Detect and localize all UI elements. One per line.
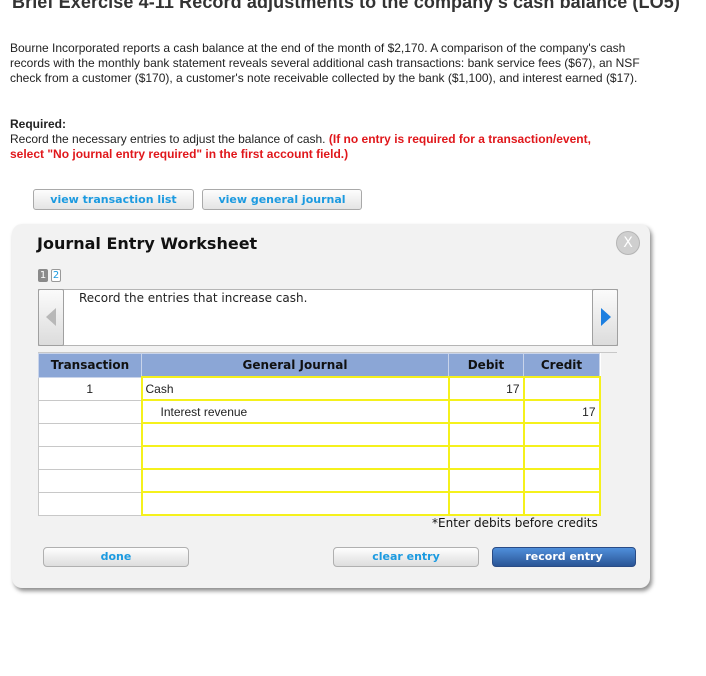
page-tab-2[interactable]: 2 — [51, 269, 61, 282]
transaction-cell — [38, 445, 142, 470]
debit-value — [520, 497, 523, 511]
debit-value — [520, 451, 523, 465]
transaction-cell — [38, 399, 142, 424]
table-row — [38, 491, 601, 516]
record-entry-button[interactable]: record entry — [492, 547, 636, 567]
credit-input[interactable] — [522, 445, 601, 470]
next-button[interactable] — [592, 289, 618, 346]
table-row — [38, 422, 601, 447]
debit-value: 17 — [506, 381, 520, 396]
column-header-credit: Credit — [523, 353, 600, 378]
credit-input[interactable] — [522, 491, 601, 516]
credit-value — [596, 382, 599, 396]
debit-input[interactable] — [447, 399, 525, 424]
view-general-journal-button[interactable]: view general journal — [202, 189, 362, 210]
table-header: Transaction General Journal Debit Credit — [38, 353, 600, 378]
account-input[interactable] — [140, 422, 450, 447]
previous-button[interactable] — [38, 289, 64, 346]
account-value — [143, 428, 146, 442]
account-input[interactable]: Interest revenue — [140, 399, 450, 424]
journal-entry-worksheet: Journal Entry Worksheet X 1 2 Record the… — [12, 224, 650, 588]
debit-input[interactable] — [447, 445, 525, 470]
debit-value — [520, 405, 523, 419]
column-header-debit: Debit — [448, 353, 524, 378]
account-input[interactable] — [140, 445, 450, 470]
arrow-right-icon — [601, 308, 611, 326]
debits-before-credits-note: *Enter debits before credits — [432, 516, 598, 530]
account-value — [143, 474, 146, 488]
credit-input[interactable] — [522, 422, 601, 447]
debit-input[interactable] — [447, 422, 525, 447]
account-value — [143, 451, 146, 465]
debit-input[interactable] — [447, 491, 525, 516]
table-row: Interest revenue 17 — [38, 399, 601, 424]
transaction-cell: 1 — [38, 376, 142, 401]
account-value — [143, 497, 146, 511]
table-row — [38, 445, 601, 470]
credit-value — [596, 474, 599, 488]
journal-table: Transaction General Journal Debit Credit… — [38, 353, 601, 516]
column-header-transaction: Transaction — [38, 353, 142, 378]
credit-input[interactable] — [522, 468, 601, 493]
transaction-cell — [38, 422, 142, 447]
credit-value — [596, 428, 599, 442]
debit-input[interactable] — [447, 468, 525, 493]
view-transaction-list-button[interactable]: view transaction list — [33, 189, 194, 210]
credit-input[interactable] — [522, 376, 601, 401]
close-icon[interactable]: X — [616, 231, 640, 255]
arrow-left-icon — [46, 308, 56, 326]
account-input[interactable]: Cash — [140, 376, 450, 401]
worksheet-title: Journal Entry Worksheet — [37, 234, 258, 253]
instruction-text: Record the entries that increase cash. — [79, 291, 308, 305]
required-heading: Required: — [10, 117, 67, 131]
required-instructions: Record the necessary entries to adjust t… — [10, 132, 610, 162]
table-row: 1 Cash 17 — [38, 376, 601, 401]
account-value: Interest revenue — [160, 404, 248, 419]
account-input[interactable] — [140, 491, 450, 516]
problem-text: Bourne Incorporated reports a cash balan… — [10, 41, 640, 85]
credit-input[interactable]: 17 — [522, 399, 601, 424]
required-text: Record the necessary entries to adjust t… — [10, 132, 326, 146]
transaction-cell — [38, 468, 142, 493]
clear-entry-button[interactable]: clear entry — [333, 547, 479, 567]
debit-value — [520, 428, 523, 442]
credit-value — [596, 497, 599, 511]
done-button[interactable]: done — [43, 547, 189, 567]
account-input[interactable] — [140, 468, 450, 493]
column-header-general-journal: General Journal — [141, 353, 449, 378]
debit-input[interactable]: 17 — [447, 376, 525, 401]
debit-value — [520, 474, 523, 488]
page-title: Brief Exercise 4-11 Record adjustments t… — [12, 0, 680, 12]
transaction-cell — [38, 491, 142, 516]
page-tab-1[interactable]: 1 — [38, 269, 48, 282]
account-value: Cash — [145, 381, 174, 396]
credit-value — [596, 451, 599, 465]
table-row — [38, 468, 601, 493]
credit-value: 17 — [582, 404, 596, 419]
